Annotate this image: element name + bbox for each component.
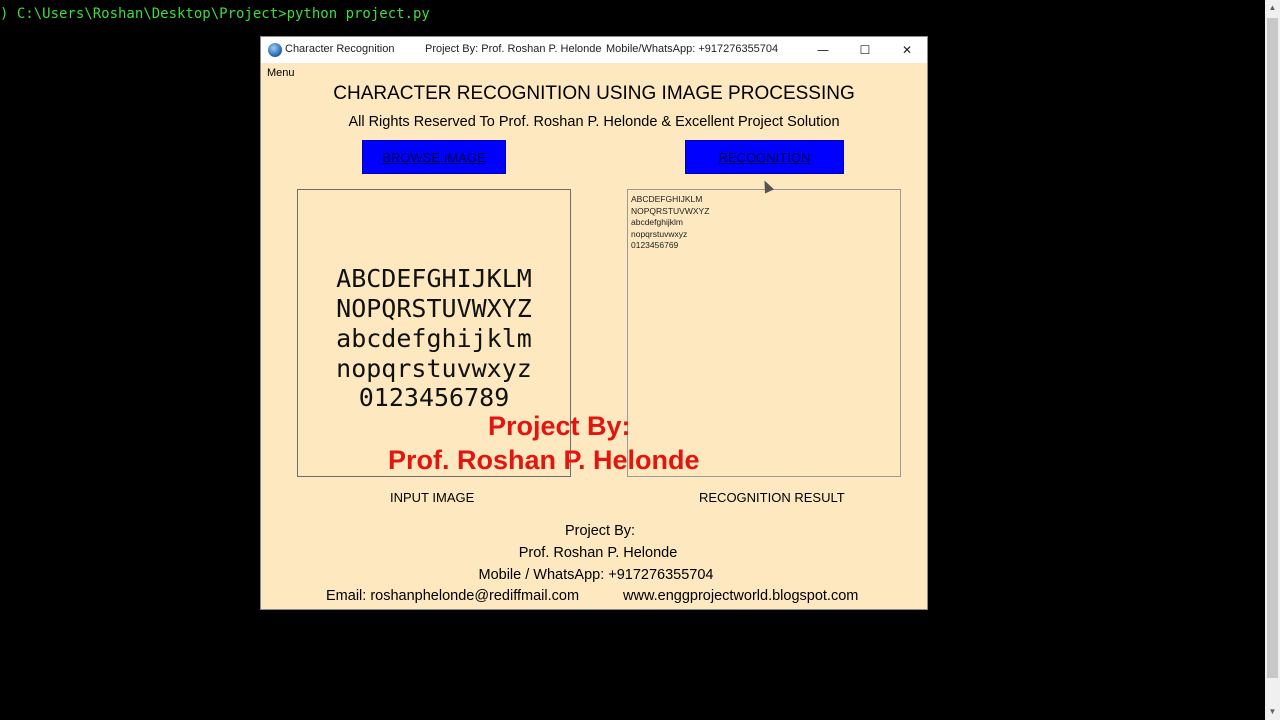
input-line-1: ABCDEFGHIJKLM xyxy=(336,264,532,293)
input-line-5: 0123456789 xyxy=(358,383,510,412)
title-contact: Mobile/WhatsApp: +917276355704 xyxy=(606,43,779,55)
character-recognition-window: Character Recognition Project By: Prof. … xyxy=(260,36,928,610)
app-heading: CHARACTER RECOGNITION USING IMAGE PROCES… xyxy=(333,83,855,104)
app-subheading: All Rights Reserved To Prof. Roshan P. H… xyxy=(348,114,840,130)
result-line-5: 0123456769 xyxy=(631,240,679,250)
minimize-icon[interactable]: — xyxy=(801,37,845,63)
close-icon[interactable]: ✕ xyxy=(885,37,929,63)
input-image-label: INPUT IMAGE xyxy=(390,490,475,505)
scroll-down-icon[interactable]: ▼ xyxy=(1265,704,1280,720)
recognition-button[interactable]: RECOGNITION xyxy=(685,140,844,174)
footer-email: Email: roshanphelonde@rediffmail.com xyxy=(326,588,580,604)
scrollbar-thumb[interactable] xyxy=(1267,18,1278,678)
footer-project-by: Project By: xyxy=(564,523,636,539)
menu-item-menu[interactable]: Menu xyxy=(267,67,295,79)
result-line-2: NOPQRSTUVWXYZ xyxy=(631,206,710,216)
footer-author: Prof. Roshan P. Helonde xyxy=(518,545,678,561)
menu-bar: Menu xyxy=(261,63,927,83)
app-globe-icon xyxy=(268,43,282,57)
scroll-up-icon[interactable]: ▲ xyxy=(1265,0,1280,16)
watermark-author: Prof. Roshan P. Helonde xyxy=(388,445,700,475)
title-project-by: Project By: Prof. Roshan P. Helonde xyxy=(425,43,602,55)
result-line-4: nopqrstuvwxyz xyxy=(631,229,688,239)
input-line-3: abcdefghijklm xyxy=(336,324,532,353)
window-title: Character Recognition xyxy=(285,43,395,55)
result-line-1: ABCDEFGHIJKLM xyxy=(631,194,703,204)
console-scrollbar[interactable]: ▲ ▼ xyxy=(1265,0,1280,720)
recognition-result-panel[interactable]: ABCDEFGHIJKLM NOPQRSTUVWXYZ abcdefghijkl… xyxy=(627,189,901,477)
console-command: ) C:\Users\Roshan\Desktop\Project>python… xyxy=(0,6,430,22)
watermark-project-by: Project By: xyxy=(488,411,631,441)
title-bar[interactable]: Character Recognition Project By: Prof. … xyxy=(261,37,927,63)
footer-website: www.enggprojectworld.blogspot.com xyxy=(623,588,859,604)
input-line-2: NOPQRSTUVWXYZ xyxy=(336,294,532,323)
maximize-icon[interactable]: ☐ xyxy=(843,37,887,63)
browse-image-button[interactable]: BROWSE IMAGE xyxy=(362,140,506,174)
footer-contact: Mobile / WhatsApp: +917276355704 xyxy=(478,567,714,583)
recognition-result-label: RECOGNITION RESULT xyxy=(699,490,845,505)
result-line-3: abcdefghijklm xyxy=(631,217,683,227)
input-line-4: nopqrstuvwxyz xyxy=(336,354,532,383)
